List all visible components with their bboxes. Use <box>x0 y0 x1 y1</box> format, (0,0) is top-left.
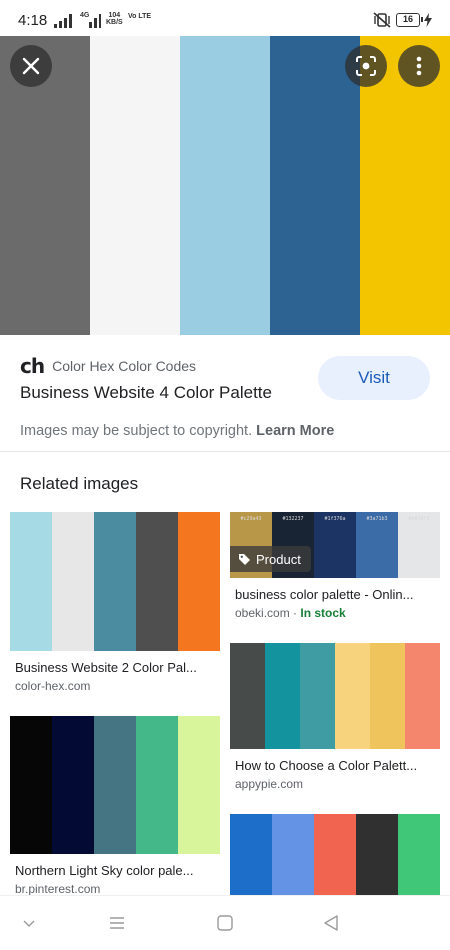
visit-button[interactable]: Visit <box>318 356 430 400</box>
palette-swatch <box>10 512 52 651</box>
palette-swatch <box>230 643 265 749</box>
palette-swatch <box>136 512 178 651</box>
more-vert-icon <box>416 56 422 76</box>
palette-swatch <box>356 814 398 895</box>
hero-image[interactable] <box>0 36 450 335</box>
divider <box>0 451 450 452</box>
close-button[interactable] <box>10 45 52 87</box>
palette-swatch <box>335 643 370 749</box>
related-site: br.pinterest.com <box>15 882 101 896</box>
related-site: obeki.com · In stock <box>235 606 346 620</box>
palette-swatch: #1f376a <box>314 512 356 578</box>
related-image[interactable] <box>230 643 440 749</box>
palette-swatch <box>398 814 440 895</box>
status-bar: 4:18 4G 104 KB/S Vo LTE 16 <box>0 0 450 36</box>
charging-icon <box>424 13 432 27</box>
lens-icon <box>356 56 376 76</box>
copyright-notice: Images may be subject to copyright. Lear… <box>20 423 334 439</box>
speed-value: 104 <box>108 12 121 19</box>
related-image[interactable] <box>230 814 440 895</box>
palette-swatch: #3a71b3 <box>356 512 398 578</box>
menu-icon[interactable] <box>108 914 126 932</box>
battery-indicator: 16 <box>396 13 423 27</box>
related-item-2[interactable]: #c29a43 #132237 #1f376a #3a71b3 #e8f0f3 Prod… <box>230 512 440 620</box>
palette-swatch <box>405 643 440 749</box>
copyright-text: Images may be subject to copyright. <box>20 423 253 439</box>
status-time: 4:18 <box>18 12 48 29</box>
palette-swatch: #e8f0f3 <box>398 512 440 578</box>
related-site: color-hex.com <box>15 679 91 693</box>
related-item-1[interactable]: Business Website 2 Color Pal... color-he… <box>10 512 220 693</box>
related-image[interactable] <box>10 512 220 651</box>
more-options-button[interactable] <box>398 45 440 87</box>
learn-more-link[interactable]: Learn More <box>256 423 334 439</box>
related-caption: How to Choose a Color Palett... <box>235 758 418 773</box>
related-image[interactable] <box>10 716 220 854</box>
product-badge-label: Product <box>256 551 301 567</box>
back-icon[interactable] <box>322 914 340 932</box>
product-badge: Product <box>230 546 311 572</box>
related-site: appypie.com <box>235 777 304 791</box>
related-caption: business color palette - Onlin... <box>235 587 414 602</box>
vibrate-mute-icon <box>373 12 391 28</box>
close-icon <box>22 57 40 75</box>
palette-swatch <box>10 716 52 854</box>
palette-swatch <box>52 512 94 651</box>
palette-swatch <box>94 716 136 854</box>
source-row[interactable]: ch Color Hex Color Codes <box>20 354 196 378</box>
hero-swatch <box>180 36 270 335</box>
related-caption: Business Website 2 Color Pal... <box>15 660 197 675</box>
signal-icon <box>54 14 72 28</box>
signal-secondary-icon <box>89 14 101 28</box>
related-item-5[interactable] <box>230 814 440 895</box>
palette-swatch <box>265 643 300 749</box>
palette-swatch <box>178 512 220 651</box>
home-icon[interactable] <box>216 914 234 932</box>
palette-swatch <box>314 814 356 895</box>
palette-swatch <box>300 643 335 749</box>
tag-icon <box>239 553 250 565</box>
stock-status: In stock <box>300 606 346 620</box>
palette-swatch <box>178 716 220 854</box>
volte-indicator: Vo LTE <box>128 13 152 20</box>
palette-swatch <box>136 716 178 854</box>
network-type: 4G <box>80 12 90 19</box>
hex-label: #e8f0f3 <box>408 516 430 522</box>
related-item-4[interactable]: Northern Light Sky color pale... br.pint… <box>10 716 220 896</box>
hex-label: #132237 <box>282 516 304 522</box>
chevron-down-icon[interactable] <box>20 914 38 932</box>
related-images-heading: Related images <box>20 474 139 493</box>
system-nav-bar <box>0 895 450 950</box>
palette-swatch <box>52 716 94 854</box>
network-speed: 104 KB/S <box>106 12 123 26</box>
hero-swatch <box>270 36 360 335</box>
palette-swatch <box>370 643 405 749</box>
palette-swatch <box>272 814 314 895</box>
hex-label: #c29a43 <box>240 516 262 522</box>
related-site-name: obeki.com <box>235 606 290 620</box>
hex-label: #1f376a <box>324 516 346 522</box>
palette-swatch <box>230 814 272 895</box>
hero-swatch <box>90 36 180 335</box>
lens-search-button[interactable] <box>345 45 387 87</box>
related-item-3[interactable]: How to Choose a Color Palett... appypie.… <box>230 643 440 791</box>
source-name: Color Hex Color Codes <box>52 358 197 374</box>
source-logo: ch <box>20 354 45 378</box>
result-title[interactable]: Business Website 4 Color Palette <box>20 383 272 403</box>
related-caption: Northern Light Sky color pale... <box>15 863 194 878</box>
palette-swatch <box>94 512 136 651</box>
hex-label: #3a71b3 <box>366 516 388 522</box>
speed-unit: KB/S <box>106 19 123 26</box>
